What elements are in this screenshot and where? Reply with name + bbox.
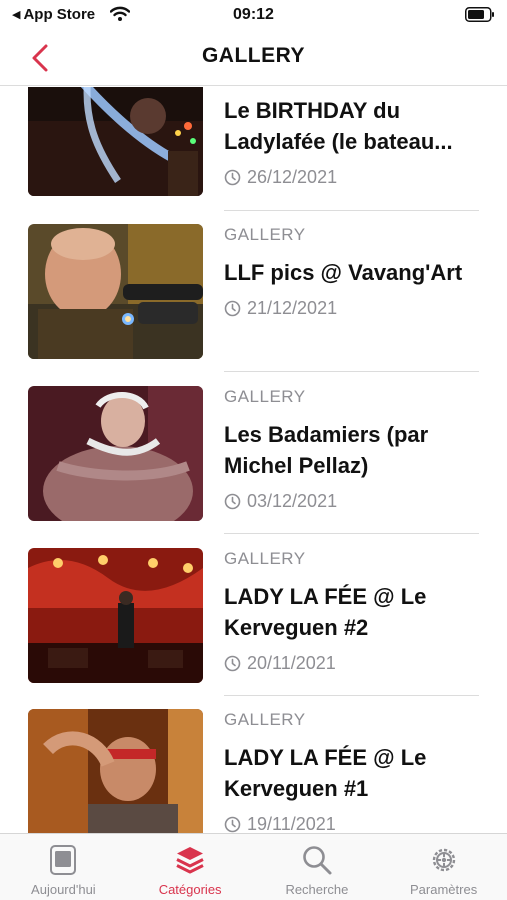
page-title: GALLERY bbox=[201, 44, 306, 67]
list-item[interactable]: GALLERY Les Badamiers (par Michel Pellaz… bbox=[0, 385, 507, 546]
item-date: 21/12/2021 bbox=[224, 297, 479, 319]
article-list: Le BIRTHDAY du Ladylafée (le bateau... 2… bbox=[0, 87, 507, 833]
today-icon bbox=[50, 845, 77, 875]
item-date: 26/12/2021 bbox=[224, 166, 479, 188]
item-title: LLF pics @ Vavang'Art bbox=[224, 260, 463, 285]
thumbnail-image bbox=[28, 87, 203, 196]
item-date-text: 20/11/2021 bbox=[247, 652, 336, 673]
tab-settings[interactable]: Paramètres bbox=[380, 834, 507, 900]
item-category: GALLERY bbox=[224, 710, 306, 729]
item-date: 03/12/2021 bbox=[224, 490, 479, 512]
tab-categories-label: Catégories bbox=[158, 882, 222, 897]
status-bar: ◀ App Store 09:12 bbox=[0, 0, 507, 30]
tab-today[interactable]: Aujourd'hui bbox=[0, 834, 127, 900]
battery-icon bbox=[465, 7, 494, 22]
item-category: GALLERY bbox=[224, 549, 306, 568]
thumbnail-image bbox=[28, 548, 203, 683]
clock-icon bbox=[224, 300, 241, 316]
tab-search[interactable]: Recherche bbox=[254, 834, 381, 900]
thumbnail-image bbox=[28, 386, 203, 521]
item-category: GALLERY bbox=[224, 387, 306, 406]
gear-icon bbox=[432, 848, 455, 872]
list-item[interactable]: GALLERY LLF pics @ Vavang'Art 21/12/2021 bbox=[0, 223, 507, 384]
item-title: LADY LA FÉE @ Le Kerveguen #1 bbox=[224, 745, 427, 801]
item-title: LADY LA FÉE @ Le Kerveguen #2 bbox=[224, 584, 427, 640]
item-date-text: 26/12/2021 bbox=[247, 166, 338, 187]
thumbnail-image bbox=[28, 224, 203, 359]
thumbnail-image bbox=[28, 709, 203, 833]
search-icon bbox=[303, 846, 332, 875]
status-time: 09:12 bbox=[233, 6, 274, 23]
divider bbox=[224, 695, 479, 696]
item-date-text: 19/11/2021 bbox=[247, 813, 336, 834]
item-title: Le BIRTHDAY du Ladylafée (le bateau... bbox=[224, 98, 453, 154]
tab-search-label: Recherche bbox=[285, 882, 349, 897]
item-date: 20/11/2021 bbox=[224, 652, 479, 674]
item-date-text: 21/12/2021 bbox=[247, 297, 338, 318]
divider bbox=[224, 210, 479, 211]
list-item[interactable]: GALLERY LADY LA FÉE @ Le Kerveguen #2 20… bbox=[0, 547, 507, 708]
clock-icon bbox=[224, 169, 241, 185]
divider bbox=[224, 371, 479, 372]
layers-icon bbox=[176, 847, 204, 874]
item-date: 19/11/2021 bbox=[224, 813, 479, 833]
clock-icon bbox=[224, 816, 241, 832]
item-category: GALLERY bbox=[224, 225, 306, 244]
tab-categories[interactable]: Catégories bbox=[127, 834, 254, 900]
divider bbox=[224, 533, 479, 534]
clock-icon bbox=[224, 655, 241, 671]
navigation-bar: GALLERY bbox=[0, 30, 507, 86]
item-date-text: 03/12/2021 bbox=[247, 490, 338, 511]
tab-bar: Aujourd'hui Catégories Recherche Paramèt… bbox=[0, 833, 507, 900]
tab-today-label: Aujourd'hui bbox=[31, 882, 96, 897]
tab-settings-label: Paramètres bbox=[410, 882, 478, 897]
item-title: Les Badamiers (par Michel Pellaz) bbox=[224, 422, 429, 478]
clock-icon bbox=[224, 493, 241, 509]
list-item[interactable]: GALLERY LADY LA FÉE @ Le Kerveguen #1 19… bbox=[0, 708, 507, 833]
list-item[interactable]: Le BIRTHDAY du Ladylafée (le bateau... 2… bbox=[0, 87, 507, 222]
